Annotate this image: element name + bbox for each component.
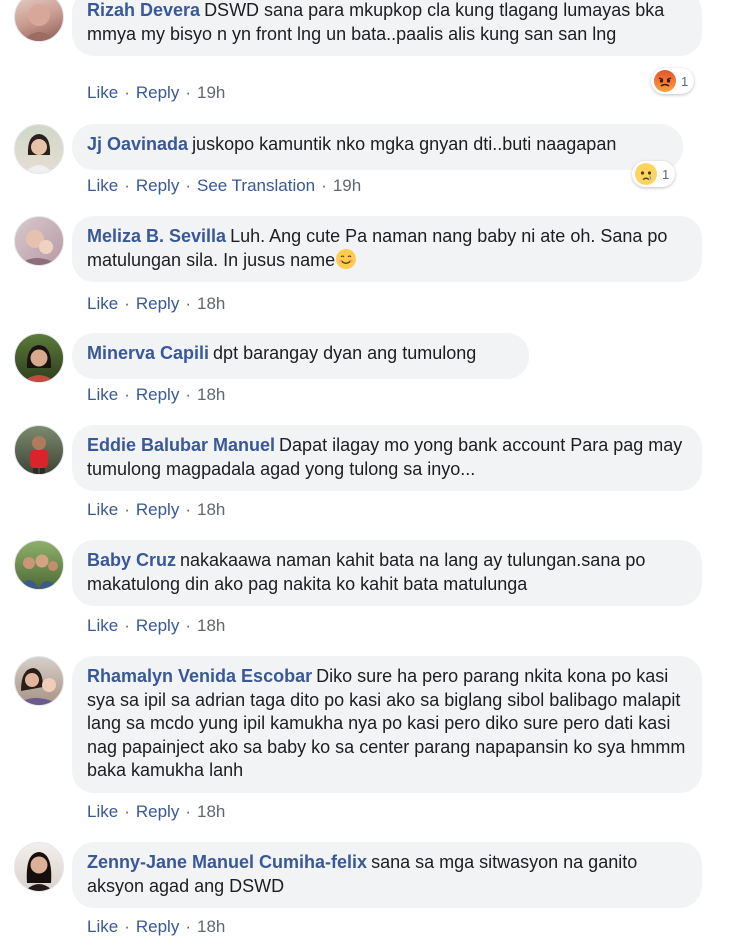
comment-bubble: Zenny-Jane Manuel Cumiha-felix sana sa mg… [72, 842, 702, 908]
separator-dot: · [185, 385, 191, 404]
comment-bubble: Jj Oavinada juskopo kamuntik nko mgka gny… [72, 124, 683, 170]
avatar[interactable] [14, 842, 64, 892]
comment-timestamp[interactable]: 18h [197, 616, 225, 635]
reply-button[interactable]: Reply [136, 83, 179, 102]
comment-actions: Like · Reply · 18h [87, 802, 225, 822]
commenter-name[interactable]: Zenny-Jane Manuel Cumiha-felix [87, 852, 367, 872]
separator-dot: · [185, 294, 191, 313]
comment-actions: Like · Reply · 19h [87, 83, 225, 103]
separator-dot: · [124, 802, 130, 821]
separator-dot: · [124, 385, 130, 404]
commenter-name[interactable]: Meliza B. Sevilla [87, 226, 226, 246]
separator-dot: · [185, 500, 191, 519]
avatar[interactable] [14, 656, 64, 706]
avatar[interactable] [14, 0, 64, 42]
avatar-photo [19, 230, 59, 265]
avatar-photo [23, 345, 55, 382]
reply-button[interactable]: Reply [136, 500, 179, 519]
comment-timestamp[interactable]: 18h [197, 802, 225, 821]
comment-bubble: Baby Cruz nakakaawa naman kahit bata na l… [72, 540, 702, 606]
comment-actions: Like · Reply · 18h [87, 917, 225, 937]
comment-bubble: Minerva Capili dpt barangay dyan ang tumu… [72, 333, 529, 379]
reply-button[interactable]: Reply [136, 616, 179, 635]
avatar[interactable] [14, 540, 64, 590]
avatar-photo [17, 668, 61, 705]
separator-dot: · [185, 176, 191, 195]
comment-bubble: Rizah Devera DSWD sana para mkupkop cla k… [72, 0, 702, 56]
commenter-name[interactable]: Minerva Capili [87, 343, 209, 363]
avatar[interactable] [14, 124, 64, 174]
separator-dot: · [124, 83, 130, 102]
like-button[interactable]: Like [87, 176, 118, 195]
avatar-photo [25, 852, 53, 891]
reaction-count-badge[interactable]: 1 [632, 161, 676, 187]
comment-actions: Like · Reply · See Translation · 19h [87, 176, 361, 196]
like-button[interactable]: Like [87, 83, 118, 102]
separator-dot: · [124, 500, 130, 519]
avatar[interactable] [14, 333, 64, 383]
comment-timestamp[interactable]: 18h [197, 500, 225, 519]
avatar-photo [19, 554, 59, 589]
comment-timestamp[interactable]: 18h [197, 385, 225, 404]
comment-actions: Like · Reply · 18h [87, 616, 225, 636]
avatar-photo [23, 4, 55, 41]
like-button[interactable]: Like [87, 500, 118, 519]
avatar[interactable] [14, 425, 64, 475]
separator-dot: · [185, 917, 191, 936]
commenter-name[interactable]: Rhamalyn Venida Escobar [87, 666, 312, 686]
reply-button[interactable]: Reply [136, 802, 179, 821]
like-button[interactable]: Like [87, 385, 118, 404]
reply-button[interactable]: Reply [136, 176, 179, 195]
see-translation-link[interactable]: See Translation [197, 176, 315, 195]
separator-dot: · [124, 294, 130, 313]
avatar[interactable] [14, 216, 64, 266]
comment-timestamp[interactable]: 18h [197, 917, 225, 936]
comment-bubble: Eddie Balubar Manuel Dapat ilagay mo yong… [72, 425, 702, 491]
comment-actions: Like · Reply · 18h [87, 500, 225, 520]
comment-timestamp[interactable]: 19h [333, 176, 361, 195]
separator-dot: · [185, 616, 191, 635]
separator-dot: · [185, 83, 191, 102]
comment-actions: Like · Reply · 18h [87, 385, 225, 405]
avatar-photo [25, 134, 53, 173]
commenter-name[interactable]: Rizah Devera [87, 0, 200, 20]
separator-dot: · [124, 917, 130, 936]
comment-text: juskopo kamuntik nko mgka gnyan dti..but… [192, 134, 617, 154]
separator-dot: · [321, 176, 327, 195]
like-button[interactable]: Like [87, 616, 118, 635]
comment-timestamp[interactable]: 19h [197, 83, 225, 102]
reply-button[interactable]: Reply [136, 385, 179, 404]
separator-dot: · [124, 616, 130, 635]
comment-bubble: Meliza B. Sevilla Luh. Ang cute Pa naman … [72, 216, 702, 282]
comment-actions: Like · Reply · 18h [87, 294, 225, 314]
angry-reaction-icon [654, 70, 676, 92]
reply-button[interactable]: Reply [136, 294, 179, 313]
reaction-count-badge[interactable]: 1 [651, 68, 695, 94]
reaction-count: 1 [662, 166, 670, 182]
like-button[interactable]: Like [87, 917, 118, 936]
comment-bubble: Rhamalyn Venida Escobar Diko sure ha pero… [72, 656, 702, 793]
commenter-name[interactable]: Eddie Balubar Manuel [87, 435, 275, 455]
separator-dot: · [124, 176, 130, 195]
comment-timestamp[interactable]: 18h [197, 294, 225, 313]
reply-button[interactable]: Reply [136, 917, 179, 936]
separator-dot: · [185, 802, 191, 821]
like-button[interactable]: Like [87, 802, 118, 821]
smiling-face-emoji [336, 248, 357, 269]
like-button[interactable]: Like [87, 294, 118, 313]
commenter-name[interactable]: Jj Oavinada [87, 134, 188, 154]
avatar-photo [30, 436, 48, 474]
reaction-count: 1 [681, 73, 689, 89]
sad-reaction-icon [635, 163, 657, 185]
comment-text: dpt barangay dyan ang tumulong [213, 343, 477, 363]
commenter-name[interactable]: Baby Cruz [87, 550, 176, 570]
